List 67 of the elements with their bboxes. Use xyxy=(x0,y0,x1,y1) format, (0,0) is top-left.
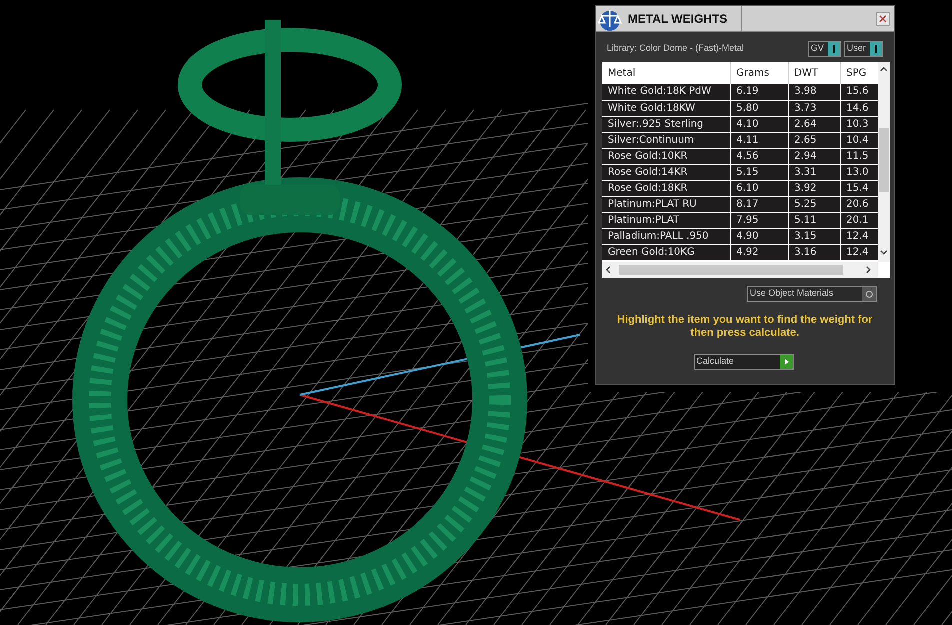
table-cell: 5.25 xyxy=(788,196,840,212)
table-cell: 8.17 xyxy=(730,196,788,212)
table-cell: Palladium:PALL .950 xyxy=(602,228,730,244)
table-cell: 11.5 xyxy=(840,148,878,164)
table-cell: 5.11 xyxy=(788,212,840,228)
table-cell: 4.10 xyxy=(730,116,788,132)
close-button[interactable] xyxy=(876,12,890,26)
calculate-button[interactable]: Calculate xyxy=(694,354,794,370)
table-cell: 10.4 xyxy=(840,132,878,148)
table-cell: 3.15 xyxy=(788,228,840,244)
chevron-down-icon[interactable] xyxy=(880,250,888,255)
scroll-thumb[interactable] xyxy=(879,128,889,192)
chevron-right-icon[interactable] xyxy=(866,266,871,274)
horizontal-scrollbar[interactable] xyxy=(602,262,878,278)
table-cell: 3.98 xyxy=(788,84,840,100)
table-cell: 20.6 xyxy=(840,196,878,212)
table-cell: Green Gold:10KG xyxy=(602,244,730,260)
table-cell: 10.3 xyxy=(840,116,878,132)
table-cell: 12.4 xyxy=(840,244,878,260)
chevron-up-icon[interactable] xyxy=(880,67,888,72)
table-cell: 7.95 xyxy=(730,212,788,228)
table-cell: 15.6 xyxy=(840,84,878,100)
table-cell: 14.6 xyxy=(840,100,878,116)
table-cell: 20.1 xyxy=(840,212,878,228)
table-cell: Rose Gold:14KR xyxy=(602,164,730,180)
table-cell: Rose Gold:10KR xyxy=(602,148,730,164)
table-cell: Silver:.925 Sterling xyxy=(602,116,730,132)
table-cell: 3.92 xyxy=(788,180,840,196)
table-cell: 2.94 xyxy=(788,148,840,164)
instruction-text: Highlight the item you want to find the weight for then press calculate. xyxy=(616,314,874,340)
column-header[interactable]: Grams xyxy=(730,62,788,84)
library-label: Library: Color Dome - (Fast)-Metal xyxy=(607,42,746,56)
table-cell: 4.11 xyxy=(730,132,788,148)
column-header[interactable]: Metal xyxy=(602,62,730,84)
table-cell: 15.4 xyxy=(840,180,878,196)
table-cell: 3.31 xyxy=(788,164,840,180)
table-cell: White Gold:18KW xyxy=(602,100,730,116)
table-cell: 13.0 xyxy=(840,164,878,180)
table-cell: 5.15 xyxy=(730,164,788,180)
table-cell: 4.92 xyxy=(730,244,788,260)
window-title: METAL WEIGHTS xyxy=(628,6,742,31)
table-cell: 4.90 xyxy=(730,228,788,244)
table-cell: 4.56 xyxy=(730,148,788,164)
table-cell: White Gold:18K PdW xyxy=(602,84,730,100)
table-cell: 3.73 xyxy=(788,100,840,116)
use-object-materials-toggle[interactable]: Use Object Materials xyxy=(747,286,877,302)
table-cell: Silver:Continuum xyxy=(602,132,730,148)
table-cell: 12.4 xyxy=(840,228,878,244)
vertical-scrollbar[interactable] xyxy=(878,62,890,262)
toggle-button[interactable]: User xyxy=(844,41,883,57)
close-icon xyxy=(879,14,887,22)
chevron-left-icon[interactable] xyxy=(606,266,611,274)
table-cell: 6.10 xyxy=(730,180,788,196)
table-cell: 6.19 xyxy=(730,84,788,100)
column-header[interactable]: DWT xyxy=(788,62,840,84)
toggle-button[interactable]: GV xyxy=(808,41,841,57)
play-icon xyxy=(780,355,792,369)
table-cell: 3.16 xyxy=(788,244,840,260)
toggle-indicator xyxy=(862,287,876,301)
table-cell: Platinum:PLAT RU xyxy=(602,196,730,212)
table-cell: 2.64 xyxy=(788,116,840,132)
table-cell: 2.65 xyxy=(788,132,840,148)
table-cell: Rose Gold:18KR xyxy=(602,180,730,196)
table-cell: Platinum:PLAT xyxy=(602,212,730,228)
column-header[interactable]: SPG xyxy=(840,62,878,84)
scroll-thumb[interactable] xyxy=(619,265,843,275)
table-cell: 5.80 xyxy=(730,100,788,116)
